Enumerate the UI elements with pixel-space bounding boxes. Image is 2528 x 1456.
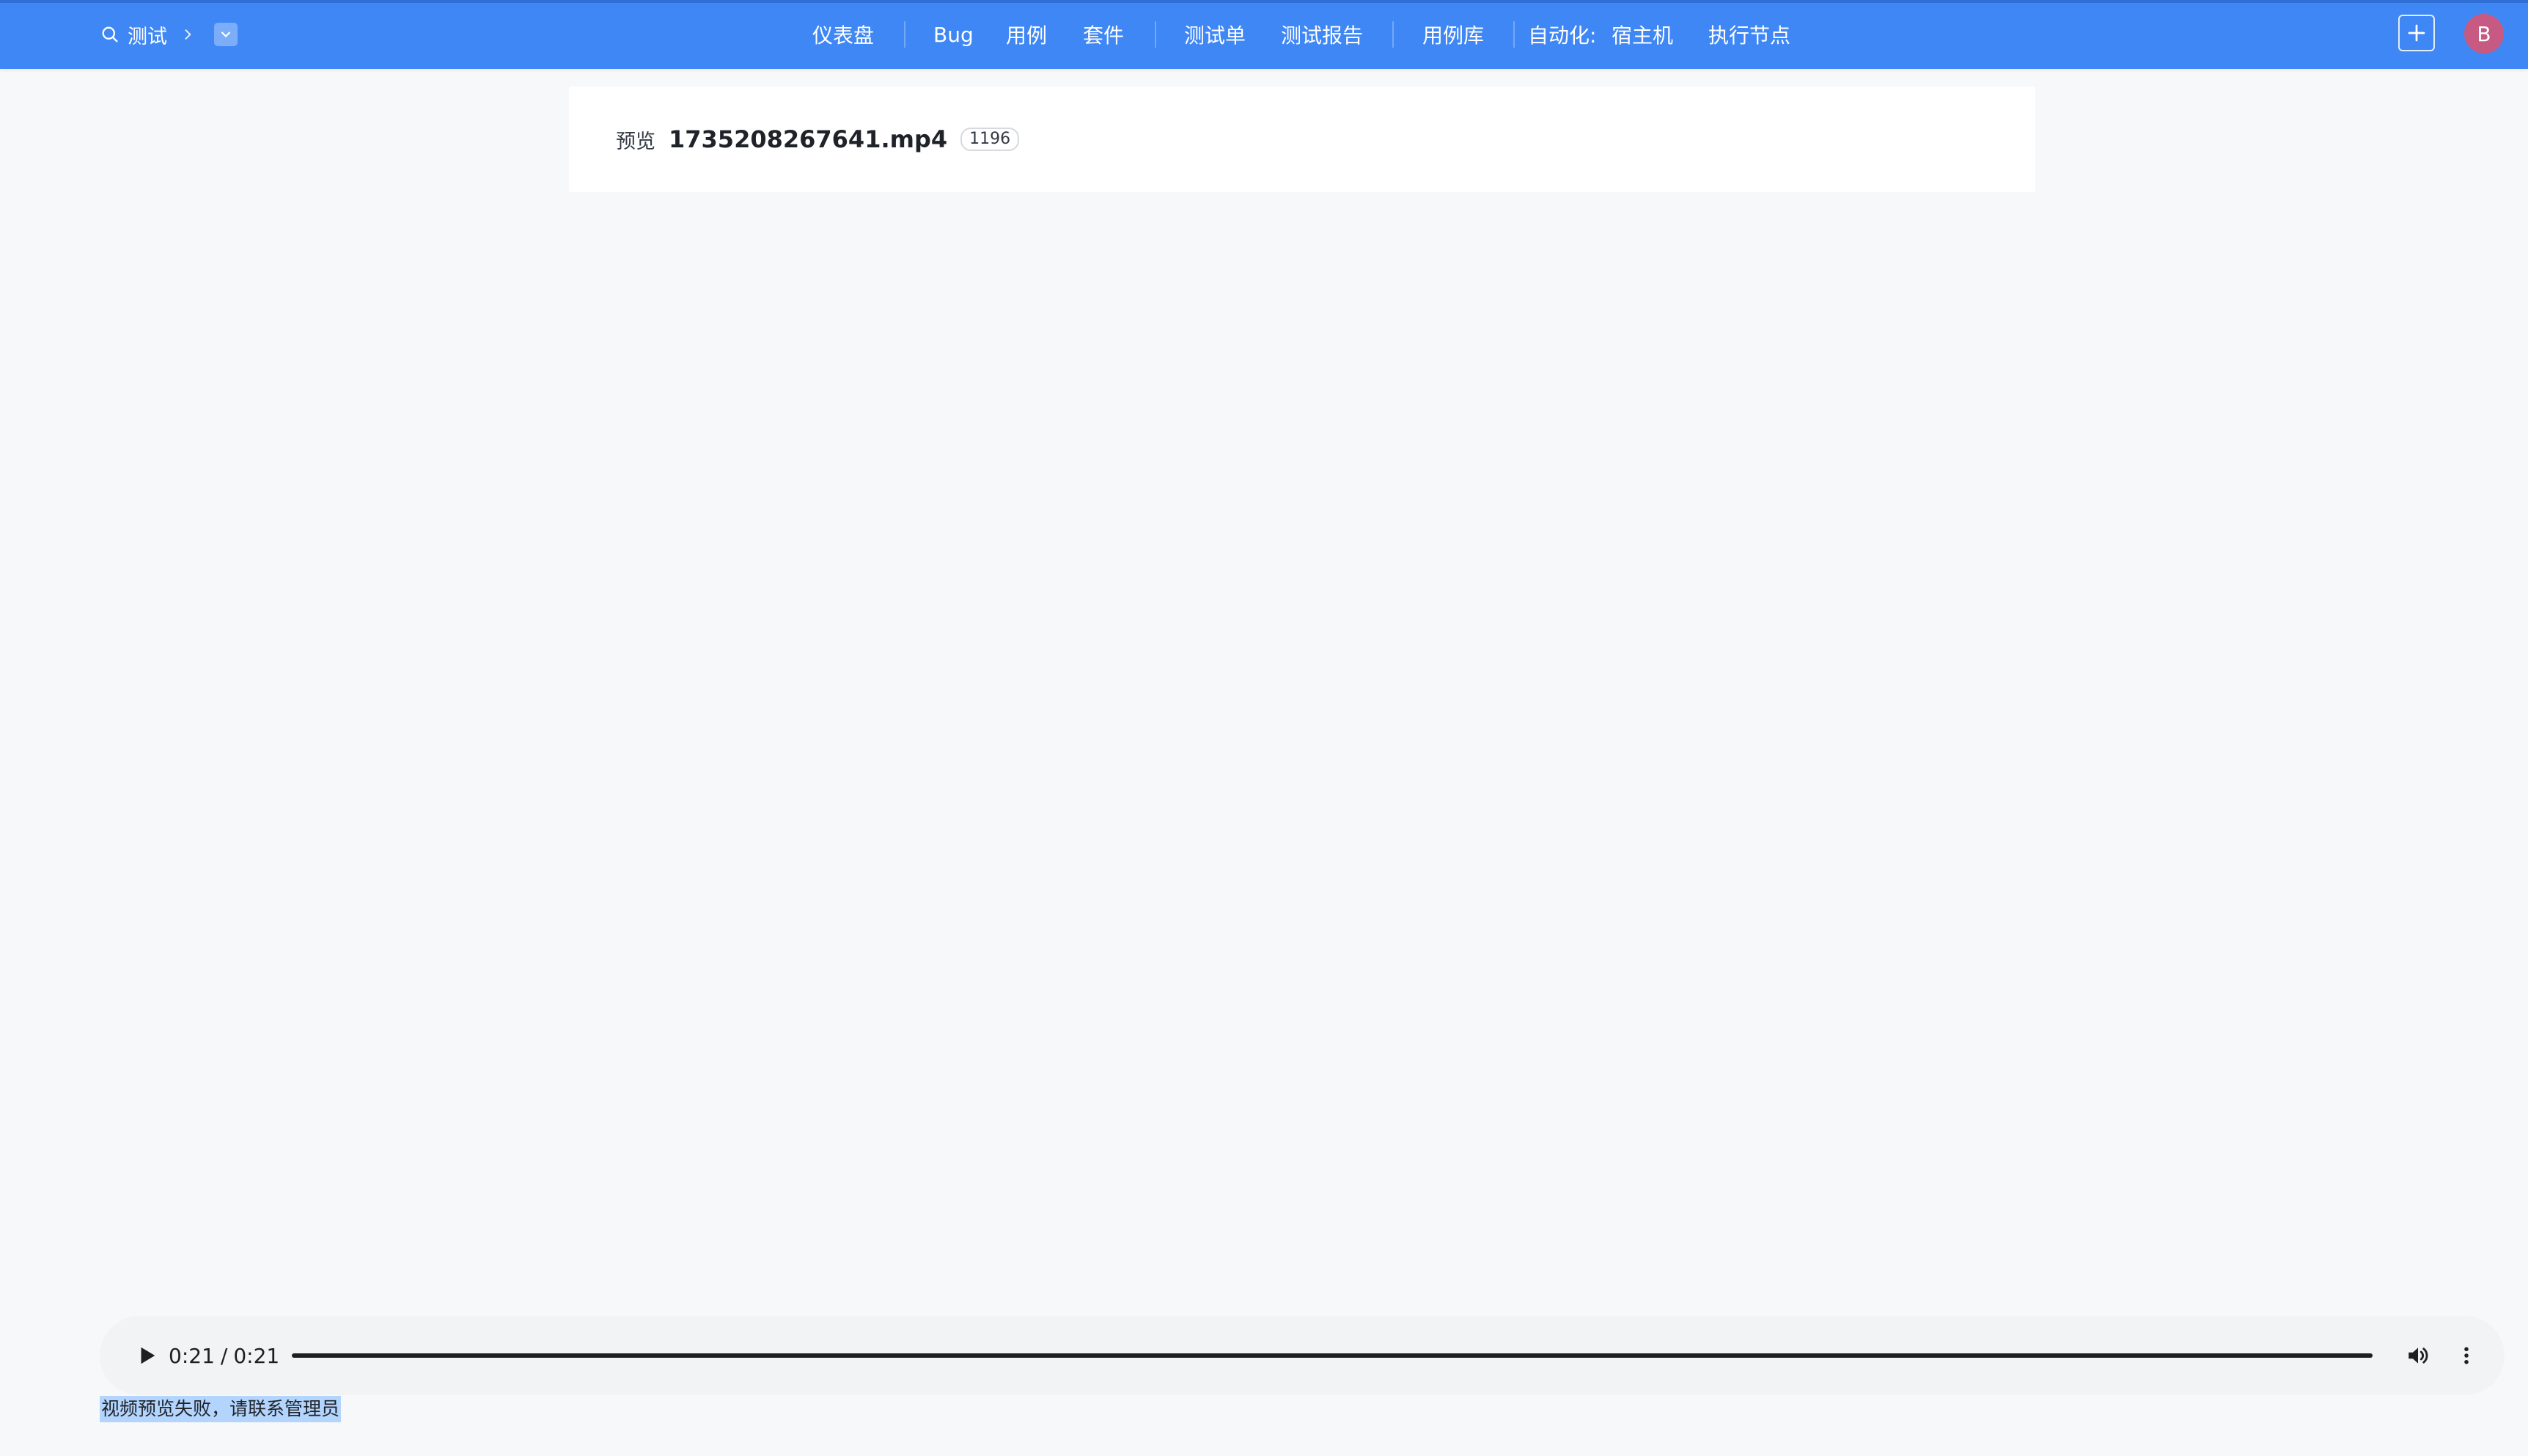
volume-icon [2408,1347,2428,1364]
nav-divider [1155,21,1156,48]
file-name: 1735208267641.mp4 [669,125,948,153]
nav-divider [1513,21,1515,48]
play-icon [141,1347,155,1364]
project-breadcrumb: 测试 [100,0,238,69]
volume-button[interactable] [2400,1338,2436,1373]
nav-test-reports[interactable]: 测试报告 [1281,0,1363,69]
top-navigation-bar: 测试 仪表盘 Bug 用例 套件 测试单 测试报告 用例库 自动化: 宿主机 执… [0,0,2528,69]
chevron-down-icon [221,32,231,37]
nav-automation-label: 自动化: [1528,23,1597,48]
preview-label: 预览 [616,130,655,153]
video-preview-error-message: 视频预览失败，请联系管理员 [100,1396,342,1422]
nav-bug[interactable]: Bug [933,0,974,69]
progress-fill [292,1353,2373,1358]
plus-icon [2408,24,2425,42]
nav-cases[interactable]: 用例 [1006,0,1047,69]
preview-header-card: 预览 1735208267641.mp4 1196 [569,87,2035,192]
project-name[interactable]: 测试 [128,21,167,49]
add-button[interactable] [2398,15,2435,51]
file-size-badge: 1196 [960,128,1020,151]
nav-case-library[interactable]: 用例库 [1422,0,1484,69]
search-icon[interactable] [100,24,120,45]
nav-exec-nodes[interactable]: 执行节点 [1708,0,1790,69]
nav-test-orders[interactable]: 测试单 [1184,0,1246,69]
time-display: 0:21 / 0:21 [169,1316,279,1395]
current-time: 0:21 [169,1343,215,1368]
nav-divider [904,21,905,48]
media-player-controls: 0:21 / 0:21 [100,1316,2505,1395]
nav-dashboard[interactable]: 仪表盘 [812,0,874,69]
nav-divider [1392,21,1394,48]
top-accent-strip [0,0,2528,3]
project-dropdown-button[interactable] [214,23,238,46]
chevron-right-icon [185,29,191,40]
time-separator: / [220,1343,228,1368]
more-options-button[interactable] [2449,1338,2484,1373]
progress-bar[interactable] [292,1353,2373,1358]
nav-suites[interactable]: 套件 [1083,0,1124,69]
nav-hosts[interactable]: 宿主机 [1612,0,1673,69]
duration: 0:21 [233,1343,280,1368]
more-vertical-icon [2464,1347,2469,1364]
play-button[interactable] [129,1338,164,1373]
user-avatar[interactable]: B [2464,14,2504,54]
